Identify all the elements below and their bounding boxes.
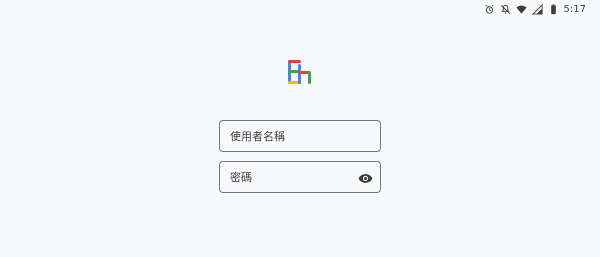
status-bar: 5:17 [0,0,600,18]
app-logo [287,58,313,86]
battery-icon [548,3,559,15]
eye-icon[interactable] [357,170,373,186]
status-time: 5:17 [563,3,586,15]
username-field[interactable] [219,120,381,152]
signal-icon [531,3,543,15]
password-field[interactable] [219,161,381,193]
notifications-off-icon [500,4,511,15]
wifi-icon [515,4,527,15]
alarm-icon [484,4,495,15]
password-input[interactable] [220,162,380,192]
username-input[interactable] [220,121,380,151]
